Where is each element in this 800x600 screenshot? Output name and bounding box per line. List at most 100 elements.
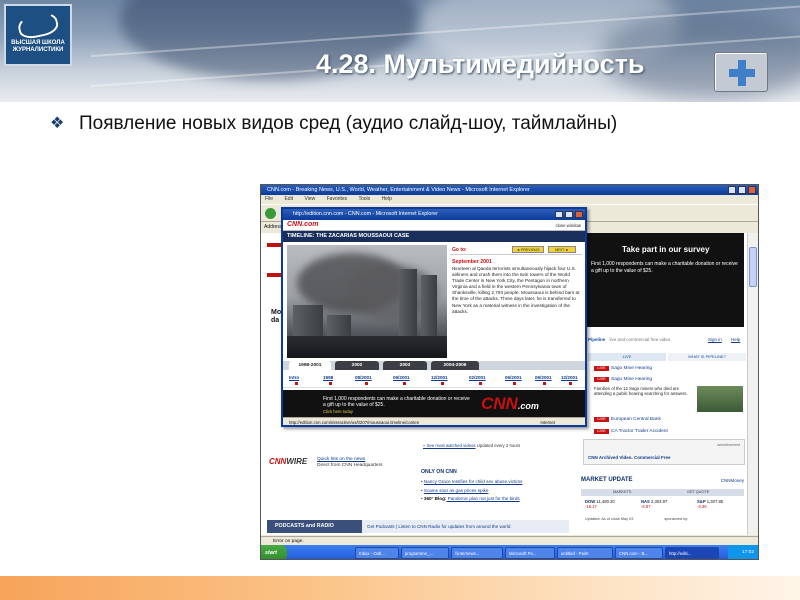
vertical-scrollbar[interactable]	[747, 233, 758, 535]
most-watched-updated: Updated every 2 hours	[476, 443, 521, 448]
most-watched: » See most watched videos Updated every …	[423, 443, 520, 448]
close-window-link[interactable]: close window	[555, 223, 581, 228]
logo-text: ВЫСШАЯ ШКОЛА ЖУРНАЛИСТИКИ	[11, 40, 65, 53]
taskbar-item[interactable]: \\internews...	[451, 547, 503, 559]
ad-link[interactable]: Click here today	[323, 409, 353, 414]
menu-tools[interactable]: Tools	[358, 196, 370, 202]
index-nas[interactable]: NAS 2,303.97 -5.87	[641, 499, 667, 509]
taskbar-item[interactable]: Inbox - Outl...	[355, 547, 399, 559]
menu-edit[interactable]: Edit	[284, 196, 293, 202]
tab-year[interactable]: 2003	[383, 361, 427, 370]
tab-get-quote[interactable]: GET QUOTE	[687, 490, 709, 494]
timeline-marker	[403, 382, 406, 385]
plus-button[interactable]	[714, 52, 768, 92]
quick-hits-link[interactable]: Quick hits on the news	[317, 457, 365, 462]
survey-title: Take part in our survey	[622, 245, 710, 254]
month-link[interactable]: 1998	[323, 375, 333, 380]
taskbar-item-active[interactable]: http://editi...	[665, 547, 719, 559]
timeline-marker	[543, 382, 546, 385]
archived-video-box[interactable]: advertisement CNN Archived Video. Commer…	[583, 439, 745, 465]
index-dow[interactable]: DOW 11,480.20 -16.17	[585, 499, 615, 509]
taskbar-item[interactable]: untitled - Paint	[557, 547, 613, 559]
pipeline-item[interactable]: LIVE Sago Mine Hearing	[594, 377, 652, 382]
help-link[interactable]: Help	[731, 337, 740, 342]
next-button[interactable]: NEXT ►	[548, 246, 576, 253]
close-icon[interactable]	[575, 211, 583, 218]
pipeline-tabs: LIVE WHAT IS PIPELINE?	[588, 353, 746, 361]
ad-bar	[267, 243, 281, 247]
tab-live[interactable]: LIVE	[588, 353, 666, 361]
pipeline-item[interactable]: LIVE CA Tractor Trailer Accident	[594, 429, 668, 434]
taskbar-item[interactable]: CNN.com - B...	[615, 547, 663, 559]
tab-what-is-pipeline[interactable]: WHAT IS PIPELINE?	[668, 353, 746, 361]
previous-button[interactable]: ◄ PREVIOUS	[512, 246, 544, 253]
month-link[interactable]: 09/2001	[535, 375, 552, 380]
scrollbar-thumb[interactable]	[749, 247, 757, 287]
podcasts-link[interactable]: Get Podcasts | Listen to CNN Radio for u…	[367, 524, 510, 529]
tab-year[interactable]: 1998-2001	[289, 361, 331, 370]
tab-markets[interactable]: MARKETS	[613, 490, 631, 494]
goto-bar: Go to: ◄ PREVIOUS NEXT ►	[450, 245, 582, 255]
back-icon[interactable]	[265, 208, 276, 219]
menu-favorites[interactable]: Favorites	[327, 196, 348, 202]
pipeline-brand: Pipeline	[588, 337, 606, 342]
month-link[interactable]: 02/2001	[469, 375, 486, 380]
index-sp[interactable]: S&P 1,307.85 -3.36	[697, 499, 723, 509]
ad-logo-main: CNN	[481, 394, 518, 413]
year-tabs: 1998-2001 2002 2003 2004-2006	[283, 361, 585, 370]
month-link[interactable]: 08/2001	[355, 375, 372, 380]
live-badge: LIVE	[594, 417, 609, 422]
tab-year[interactable]: 2004-2006	[431, 361, 479, 370]
timeline-marker	[441, 382, 444, 385]
pipeline-item[interactable]: LIVE Sago Mine Hearing	[594, 366, 652, 371]
market-footer: Updated: As of close May 03 sponsored by…	[585, 517, 688, 522]
background-left-column: Mo da	[263, 233, 283, 483]
pipeline-item[interactable]: LIVE European Central Bank	[594, 417, 661, 422]
month-link[interactable]: Intro	[289, 375, 299, 380]
video-thumbnail[interactable]	[697, 386, 743, 412]
taskbar: start Inbox - Outl... programme_... \\in…	[261, 545, 758, 559]
maximize-icon[interactable]	[738, 186, 746, 194]
list-item[interactable]: • 360° Blog: Pandemic plan not just for …	[421, 495, 571, 504]
minimize-icon[interactable]	[555, 211, 563, 218]
close-icon[interactable]	[748, 186, 756, 194]
live-badge: LIVE	[594, 429, 609, 434]
market-title: MARKET UPDATE	[581, 477, 633, 483]
timeline-marker	[513, 382, 516, 385]
menu-help[interactable]: Help	[382, 196, 392, 202]
start-button[interactable]: start	[261, 545, 287, 559]
internet-zone: Internet	[540, 420, 555, 425]
month-link[interactable]: 12/2001	[561, 375, 578, 380]
browser-screenshot: CNN.com - Breaking News, U.S., World, We…	[260, 184, 759, 560]
menu-file[interactable]: File	[265, 196, 273, 202]
timeline-months: Intro 1998 08/2001 09/2001 12/2001 02/20…	[283, 370, 585, 388]
month-link[interactable]: 12/2001	[431, 375, 448, 380]
browser-statusbar: Error on page.	[261, 536, 758, 545]
popup-titlebar: http://edition.cnn.com - CNN.com - Micro…	[283, 209, 585, 220]
minimize-icon[interactable]	[728, 186, 736, 194]
maximize-icon[interactable]	[565, 211, 573, 218]
taskbar-item[interactable]: programme_...	[401, 547, 449, 559]
timeline-heading: TIMELINE: THE ZACARIAS MOUSSAOUI CASE	[283, 231, 585, 242]
month-link[interactable]: 09/2001	[393, 375, 410, 380]
most-watched-link[interactable]: » See most watched videos	[423, 443, 476, 448]
popup-advertisement[interactable]: First 1,000 respondents can make a chari…	[283, 390, 585, 417]
index-value: 1,307.85	[706, 499, 724, 504]
list-item-text: Scams soar as gas prices spike	[423, 487, 489, 493]
month-link[interactable]: 06/2001	[505, 375, 522, 380]
list-item[interactable]: • Nancy Grace testifies for child sex ab…	[421, 478, 571, 487]
browser-title: CNN.com - Breaking News, U.S., World, We…	[267, 187, 530, 193]
tab-year[interactable]: 2002	[335, 361, 379, 370]
cnnmoney-link[interactable]: CNNMoney	[721, 478, 744, 483]
index-change: -5.87	[641, 504, 651, 509]
list-item[interactable]: • Scams soar as gas prices spike	[421, 487, 571, 496]
index-change: -3.36	[697, 504, 707, 509]
survey-banner[interactable]: Take part in our survey First 1,000 resp…	[586, 233, 744, 327]
logo-wire: WIRE	[286, 457, 308, 466]
menu-view[interactable]: View	[304, 196, 315, 202]
signin-link[interactable]: Sign in	[708, 337, 722, 342]
archived-video-label: CNN Archived Video. Commercial Free	[588, 455, 671, 460]
timeline-marker	[295, 382, 298, 385]
market-tabs: MARKETS GET QUOTE	[581, 489, 744, 496]
taskbar-item[interactable]: Microsoft Po...	[505, 547, 555, 559]
